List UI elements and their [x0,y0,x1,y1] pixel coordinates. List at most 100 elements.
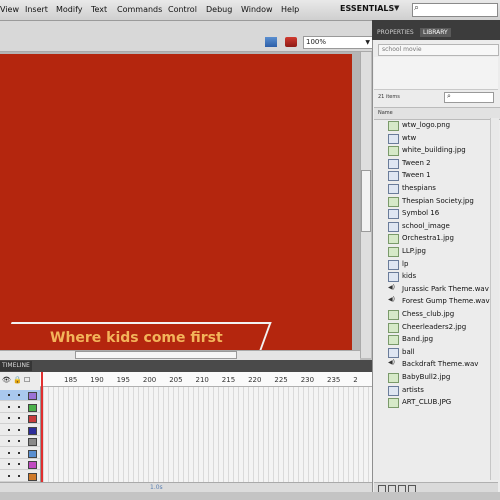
library-item[interactable]: Forest Gump Theme.wav [388,295,490,307]
visibility-dot-icon[interactable] [8,451,10,454]
menu-debug[interactable]: Debug [206,5,232,14]
library-item-label: school_image [402,221,450,230]
library-item-label: Forest Gump Theme.wav [402,297,490,306]
library-item[interactable]: white_building.jpg [388,144,488,157]
library-item[interactable]: wtw [388,132,488,144]
menu-text[interactable]: Text [91,5,107,14]
layer-outline-color-swatch[interactable] [28,403,37,412]
lock-dot-icon[interactable] [18,451,20,454]
menu-window[interactable]: Window [241,5,273,14]
layer-row[interactable] [0,459,40,470]
library-search-input[interactable] [444,92,494,103]
library-item[interactable]: Tween 2 [388,157,488,169]
visibility-dot-icon[interactable] [8,440,10,442]
playhead[interactable] [41,372,43,484]
layer-row[interactable] [0,413,40,424]
stage[interactable] [0,54,352,354]
menu-help[interactable]: Help [281,5,299,14]
layer-outline-color-swatch[interactable] [28,461,37,469]
tab-properties[interactable]: PROPERTIES [377,29,414,36]
menu-view[interactable]: View [0,5,19,14]
layer-row[interactable] [0,425,40,436]
library-item[interactable]: ball [388,346,488,358]
lock-dot-icon[interactable] [18,428,20,431]
stage-vertical-scroll-thumb[interactable] [361,170,371,232]
visibility-dot-icon[interactable] [8,474,10,477]
zoom-select[interactable]: 100% ▼ [303,36,373,49]
workspace-switcher[interactable]: ESSENTIALS [340,4,394,13]
library-item[interactable]: Chess_club.jpg [388,308,488,320]
help-search-input[interactable] [412,3,498,17]
library-item[interactable]: Thespian Society.jpg [388,195,488,207]
layer-row[interactable] [0,402,40,413]
layer-row[interactable] [0,390,40,401]
search-icon: ⌕ [414,3,420,13]
library-item[interactable]: Tween 1 [388,169,488,182]
layer-outline-color-swatch[interactable] [28,438,37,446]
library-item[interactable]: LLP.jpg [388,245,488,257]
library-scrollbar[interactable] [490,118,499,480]
lock-dot-icon[interactable] [18,440,20,442]
visibility-dot-icon[interactable] [8,417,10,419]
menu-commands[interactable]: Commands [117,5,162,14]
library-item[interactable]: artists [388,384,488,396]
chevron-down-icon[interactable]: ▼ [394,4,399,12]
menu-control[interactable]: Control [168,5,197,14]
layer-outline-color-swatch[interactable] [28,415,37,423]
lock-dot-icon[interactable] [18,463,20,465]
frames-grid[interactable] [43,387,370,482]
layer-row[interactable] [0,448,40,459]
lock-dot-icon[interactable] [18,405,20,408]
lock-dot-icon[interactable] [18,417,20,419]
layer-visibility-lock-outline-icons[interactable]: 👁 🔒 ☐ [2,376,30,384]
tab-library[interactable]: LIBRARY [420,28,451,37]
library-item[interactable]: Symbol 16 [388,207,488,220]
frame-number: 215 [221,376,236,384]
library-item[interactable]: school_image [388,220,488,232]
library-item-label: wtw [402,133,417,142]
bitmap-icon [388,310,399,320]
library-item[interactable]: Orchestra1.jpg [388,232,488,245]
library-item-label: Jurassic Park Theme.wav [402,284,489,293]
visibility-dot-icon[interactable] [8,428,10,431]
library-document-select[interactable]: school movie [378,44,499,56]
edit-symbol-icon[interactable] [285,37,297,47]
layer-outline-color-swatch[interactable] [28,472,37,481]
visibility-dot-icon[interactable] [8,463,10,465]
tab-timeline[interactable]: TIMELINE [0,361,32,371]
layer-outline-color-swatch[interactable] [28,392,37,400]
stage-horizontal-scroll-thumb[interactable] [75,351,237,359]
library-item-label: LLP.jpg [402,247,426,255]
library-item[interactable]: Jurassic Park Theme.wav [388,283,489,295]
library-item[interactable]: kids [388,270,488,283]
library-item[interactable]: Backdraft Theme.wav [388,358,488,370]
edit-scene-icon[interactable] [265,37,277,47]
layer-outline-color-swatch[interactable] [28,426,37,435]
frame-number: 225 [274,376,288,384]
lock-dot-icon[interactable] [18,394,20,396]
layer-outline-color-swatch[interactable] [28,449,37,458]
library-item[interactable]: thespians [388,182,488,194]
library-item[interactable]: lp [388,258,488,270]
menu-modify[interactable]: Modify [56,5,83,14]
library-item[interactable]: BabyBull2.jpg [388,371,488,383]
library-item-label: kids [402,272,417,281]
status-strip [0,492,500,500]
movieclip-icon [388,385,399,396]
library-item[interactable]: Band.jpg [388,333,488,346]
movieclip-icon [388,209,399,220]
library-item-label: Orchestra1.jpg [402,234,454,243]
library-item[interactable]: Cheerleaders2.jpg [388,321,488,333]
library-item[interactable]: wtw_logo.png [388,119,488,131]
menu-insert[interactable]: Insert [25,5,48,14]
frame-number: 210 [195,376,209,384]
layer-row[interactable] [0,436,40,447]
frame-number: 195 [116,376,130,384]
layer-row[interactable] [0,471,40,482]
library-item-label: thespians [402,184,436,192]
lock-dot-icon[interactable] [18,474,20,477]
library-item[interactable]: ART_CLUB.JPG [388,396,488,409]
visibility-dot-icon[interactable] [8,394,10,396]
visibility-dot-icon[interactable] [8,405,10,408]
search-icon: ⌕ [447,92,451,100]
